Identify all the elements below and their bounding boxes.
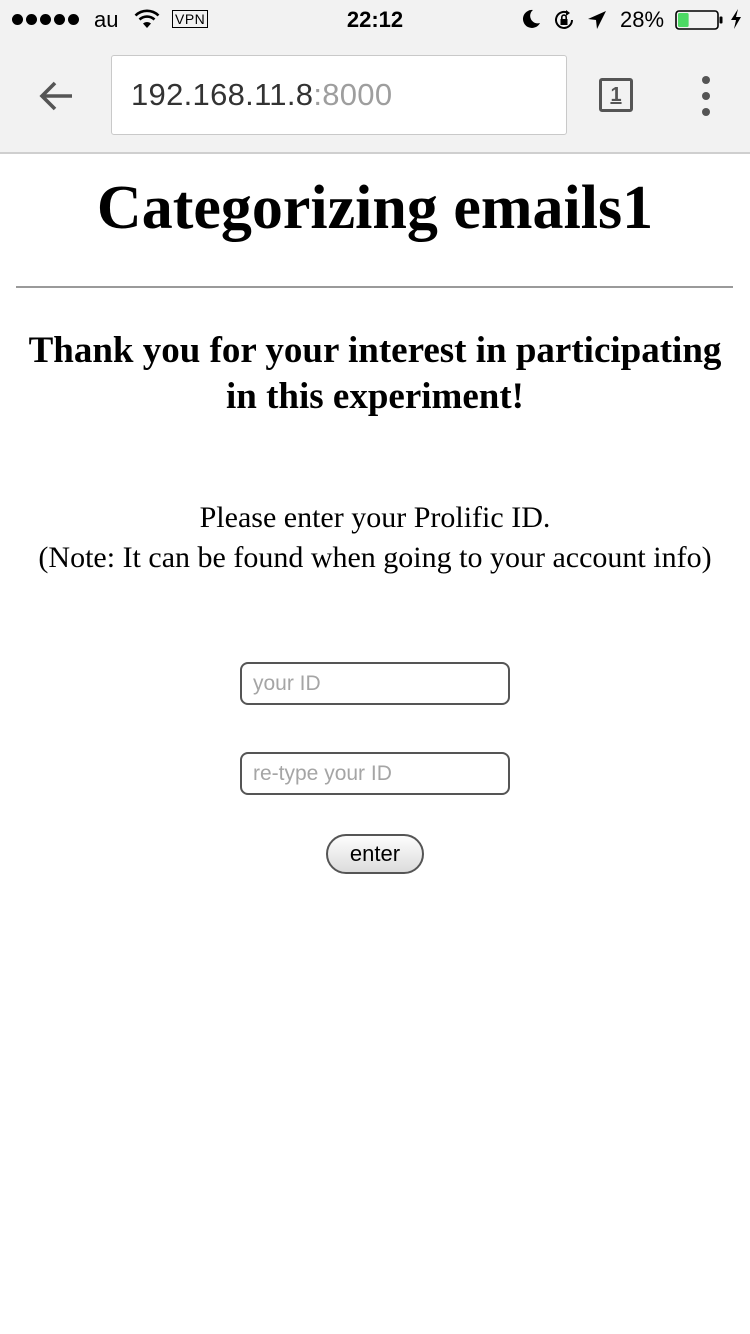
instruction-line-1: Please enter your Prolific ID. [199,501,551,534]
thank-you-heading: Thank you for your interest in participa… [28,330,722,417]
moon-icon [520,8,542,36]
tabs-button[interactable]: 1 [599,78,633,112]
divider [16,286,733,288]
battery-percentage: 28% [620,7,665,32]
back-arrow-icon [39,81,72,111]
retype-id-input[interactable] [240,752,510,795]
status-bar: au VPN 22:12 28% [0,0,750,40]
instructions: Please enter your Prolific ID. (Note: It… [30,498,720,578]
more-vert-icon[interactable] [694,76,718,116]
back-button[interactable] [26,70,86,122]
url-port: :8000 [313,77,393,112]
url-host: 192.168.11.8 [131,77,314,112]
battery-icon [675,10,725,36]
browser-toolbar: 192.168.11.8:8000 1 [0,40,750,154]
instruction-line-2: (Note: It can be found when going to you… [38,541,712,574]
tab-count: 1 [610,83,622,106]
charging-bolt-icon [729,8,743,36]
page-title: Categorizing emails1 [96,174,654,242]
prolific-id-input[interactable] [240,662,510,705]
location-arrow-icon [586,9,608,37]
address-bar[interactable]: 192.168.11.8:8000 [111,55,567,135]
enter-button[interactable]: enter [326,834,424,874]
lock-rotation-icon [552,8,576,38]
